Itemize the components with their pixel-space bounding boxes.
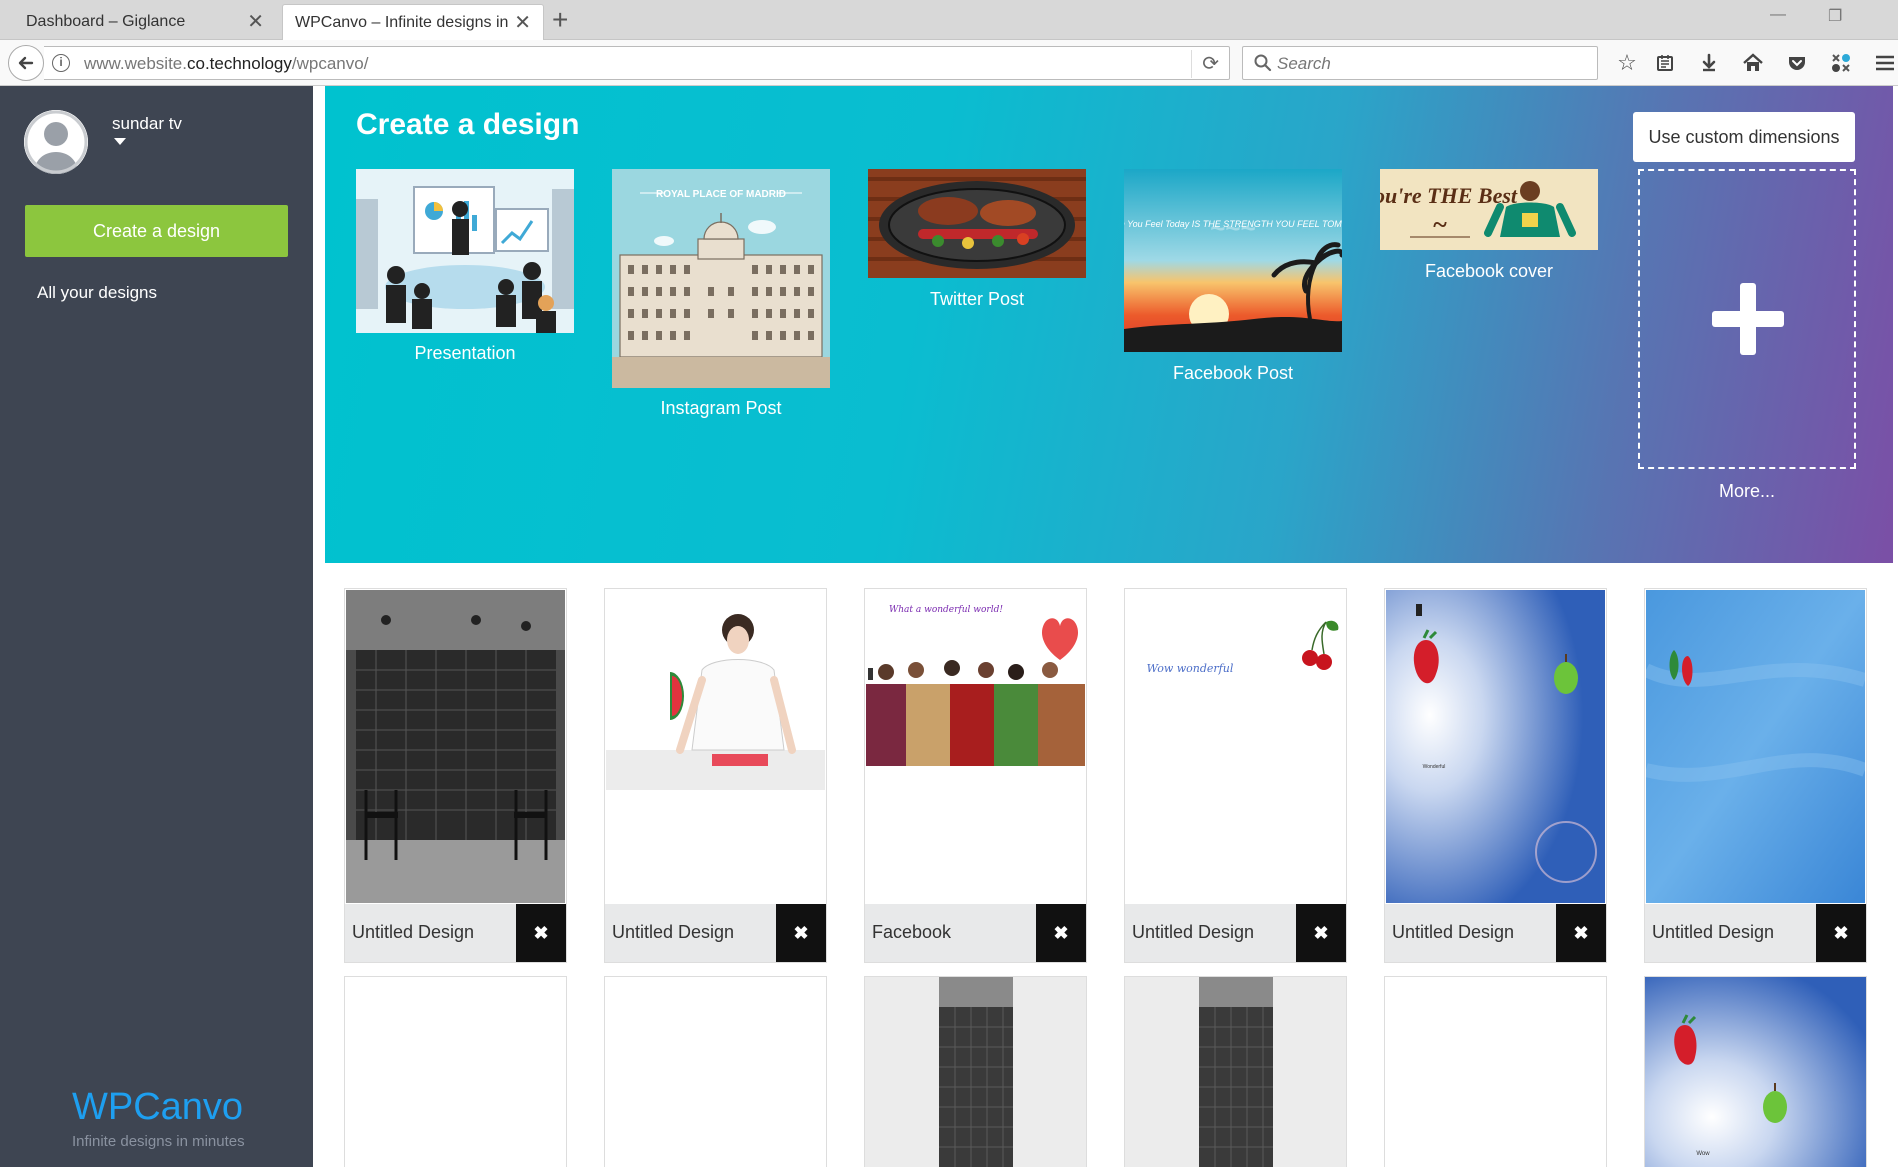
tab-wpcanvo[interactable]: WPCanvo – Infinite designs in m ✕: [282, 4, 544, 41]
template-thumbnail[interactable]: The Pain You Feel Today IS THE STRENGTH …: [1124, 169, 1342, 352]
design-card[interactable]: Untitled Design ✖: [1644, 588, 1867, 963]
design-card-footer: Untitled Design ✖: [1645, 904, 1866, 962]
delete-icon[interactable]: ✖: [776, 904, 826, 962]
restore-icon[interactable]: ❐: [1828, 6, 1842, 26]
user-silhouette-icon: [24, 110, 88, 174]
design-card[interactable]: Wow wonderful Untitled Design ✖: [1124, 588, 1347, 963]
design-card-footer: Untitled Design ✖: [1385, 904, 1606, 962]
avatar[interactable]: [24, 110, 88, 174]
browser-tab-bar: Dashboard – Giglance ✕ WPCanvo – Infinit…: [0, 0, 1898, 41]
design-title[interactable]: Untitled Design: [612, 922, 734, 943]
template-thumbnail[interactable]: ROYAL PLACE OF MADRID: [612, 169, 830, 388]
minimize-icon[interactable]: —: [1770, 6, 1786, 24]
svg-text:~~~: ~~~: [1210, 213, 1256, 243]
design-thumb-text: Wow: [1696, 1151, 1710, 1157]
new-tab-plus-icon[interactable]: +: [552, 6, 568, 34]
delete-icon[interactable]: ✖: [516, 904, 566, 962]
close-icon[interactable]: ✕: [514, 13, 531, 33]
search-placeholder: Search: [1277, 54, 1331, 73]
reload-icon[interactable]: ⟳: [1191, 50, 1219, 78]
design-thumbnail[interactable]: Wow: [1645, 977, 1867, 1167]
design-title[interactable]: Untitled Design: [1392, 922, 1514, 943]
design-card-footer: Untitled Design ✖: [1125, 904, 1346, 962]
url-text: www.website.co.technology/wpcanvo/: [84, 54, 369, 73]
delete-icon[interactable]: ✖: [1036, 904, 1086, 962]
design-title[interactable]: Untitled Design: [1652, 922, 1774, 943]
more-templates-box[interactable]: [1638, 169, 1856, 469]
design-card[interactable]: [864, 976, 1087, 1167]
design-thumbnail[interactable]: What a wonderful world!: [866, 590, 1085, 903]
search-icon: [1254, 54, 1272, 72]
template-thumbnail[interactable]: [356, 169, 574, 333]
template-thumbnail[interactable]: [868, 169, 1086, 278]
pocket-icon[interactable]: [1784, 50, 1810, 76]
delete-icon[interactable]: ✖: [1296, 904, 1346, 962]
brand-logo[interactable]: WPCanvo: [72, 1086, 243, 1129]
design-thumbnail[interactable]: [1646, 590, 1865, 903]
design-card-footer: Untitled Design ✖: [605, 904, 826, 962]
design-card[interactable]: Untitled Design ✖: [604, 588, 827, 963]
design-title[interactable]: Untitled Design: [1132, 922, 1254, 943]
caret-down-icon[interactable]: [114, 138, 126, 145]
template-thumbnail[interactable]: You're THE Best ~: [1380, 169, 1598, 250]
close-icon[interactable]: ✕: [247, 12, 264, 32]
brand-tagline: Infinite designs in minutes: [72, 1133, 245, 1150]
browser-nav-bar: i www.website.co.technology/wpcanvo/ ⟳ S…: [0, 40, 1898, 86]
info-icon[interactable]: i: [52, 54, 70, 72]
home-icon[interactable]: [1740, 50, 1766, 76]
design-thumb-text: Wonderful: [1423, 764, 1446, 770]
design-thumbnail[interactable]: [346, 590, 565, 903]
page-title: Create a design: [356, 108, 580, 141]
plus-icon: [1712, 283, 1784, 355]
back-arrow-icon[interactable]: [8, 45, 44, 81]
template-label: Facebook cover: [1424, 261, 1554, 281]
sidebar: sundar tv Create a design All your desig…: [0, 86, 313, 1167]
create-design-panel: Create a design Presentation ROYAL PLACE…: [325, 86, 1893, 563]
search-input[interactable]: Search: [1242, 46, 1598, 80]
design-card-footer: Untitled Design ✖: [345, 904, 566, 962]
design-thumbnail[interactable]: [1125, 977, 1347, 1167]
svg-text:~: ~: [1433, 210, 1447, 239]
design-thumbnail[interactable]: Wonderful: [1386, 590, 1605, 903]
more-templates-link[interactable]: More...: [1638, 481, 1856, 502]
template-label: Presentation: [414, 343, 516, 363]
template-label: Twitter Post: [929, 289, 1025, 309]
tab-title: WPCanvo – Infinite designs in m: [295, 14, 509, 31]
design-card[interactable]: Untitled Design ✖: [344, 588, 567, 963]
design-thumbnail[interactable]: [606, 590, 825, 903]
design-card[interactable]: What a wonderful world! Facebook ✖: [864, 588, 1087, 963]
hamburger-menu-icon[interactable]: [1872, 50, 1898, 76]
design-thumbnail[interactable]: Wow wonderful: [1126, 590, 1345, 903]
design-card[interactable]: Wonderful Untitled Design ✖: [1384, 588, 1607, 963]
extension-icon[interactable]: [1828, 50, 1854, 76]
download-icon[interactable]: [1696, 50, 1722, 76]
bookmark-star-icon[interactable]: ☆: [1614, 50, 1640, 76]
sidebar-item-all-designs[interactable]: All your designs: [37, 283, 157, 303]
custom-dimensions-button[interactable]: Use custom dimensions: [1633, 112, 1855, 162]
design-card[interactable]: [1124, 976, 1347, 1167]
design-card[interactable]: Wow: [1644, 976, 1867, 1167]
tab-title: Dashboard – Giglance: [26, 13, 186, 30]
design-title[interactable]: Untitled Design: [352, 922, 474, 943]
template-thumb-text: ROYAL PLACE OF MADRID: [656, 189, 786, 200]
address-bar[interactable]: i www.website.co.technology/wpcanvo/ ⟳: [44, 46, 1230, 80]
delete-icon[interactable]: ✖: [1816, 904, 1866, 962]
reading-list-icon[interactable]: [1652, 50, 1678, 76]
create-design-button[interactable]: Create a design: [25, 205, 288, 257]
design-card[interactable]: [344, 976, 567, 1167]
template-label: Facebook Post: [1172, 363, 1294, 383]
design-card-footer: Facebook ✖: [865, 904, 1086, 962]
user-name[interactable]: sundar tv: [112, 114, 182, 134]
delete-icon[interactable]: ✖: [1556, 904, 1606, 962]
design-thumbnail[interactable]: [865, 977, 1087, 1167]
design-card[interactable]: [1384, 976, 1607, 1167]
design-title[interactable]: Facebook: [872, 922, 951, 943]
template-label: Instagram Post: [660, 398, 782, 418]
design-thumb-text: Wow wonderful: [1147, 662, 1234, 675]
tab-dashboard-giglance[interactable]: Dashboard – Giglance ✕: [14, 4, 276, 40]
design-card[interactable]: [604, 976, 827, 1167]
design-thumb-text: What a wonderful world!: [889, 605, 1003, 615]
